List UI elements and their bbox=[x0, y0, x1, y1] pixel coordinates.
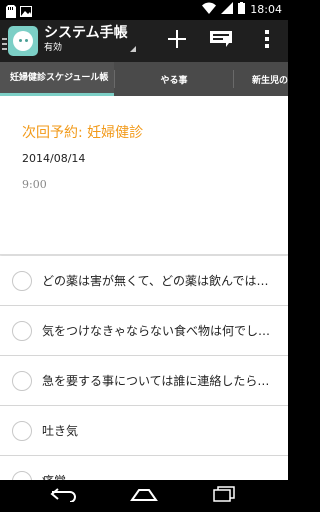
app-logo-icon bbox=[13, 31, 33, 51]
home-icon bbox=[129, 487, 159, 506]
tab-newborn[interactable]: 新生児の bbox=[234, 62, 288, 96]
recent-apps-icon bbox=[213, 486, 235, 506]
sd-card-icon bbox=[6, 3, 16, 18]
list-item[interactable]: どの薬は害が無くて、どの薬は飲んでは… bbox=[0, 256, 288, 306]
tab-todo[interactable]: やる事 bbox=[115, 62, 233, 96]
label-button[interactable] bbox=[206, 26, 236, 56]
back-icon bbox=[50, 487, 78, 506]
list-item-text: 急を要する事については誰に連絡したら… bbox=[42, 374, 270, 388]
appointment-date: 2014/08/14 bbox=[22, 152, 86, 165]
checkbox[interactable] bbox=[12, 321, 32, 341]
app-subtitle: 有効 bbox=[44, 43, 63, 53]
list-item[interactable]: 吐き気 bbox=[0, 406, 288, 456]
title-spinner[interactable]: システム手帳 有効 bbox=[44, 24, 128, 54]
checkbox[interactable] bbox=[12, 421, 32, 441]
appointment-title: 次回予約: 妊婦健診 bbox=[22, 125, 144, 141]
signal-icon bbox=[221, 2, 234, 17]
status-bar: 18:04 bbox=[0, 0, 288, 20]
list-item-text: どの薬は害が無くて、どの薬は飲んでは… bbox=[42, 274, 269, 288]
recent-apps-button[interactable] bbox=[204, 484, 244, 508]
list-item[interactable]: 急を要する事については誰に連絡したら… bbox=[0, 356, 288, 406]
tab-bar: 妊婦健診スケジュール帳 やる事 新生児の bbox=[0, 62, 288, 96]
app-home-button[interactable] bbox=[2, 26, 38, 56]
appointment-card[interactable]: 次回予約: 妊婦健診 2014/08/14 9:00 bbox=[0, 96, 288, 255]
overflow-menu-icon bbox=[265, 30, 269, 52]
list-item-text: 痛覚 bbox=[42, 472, 282, 480]
navigation-bar bbox=[0, 480, 288, 512]
battery-icon bbox=[238, 2, 246, 17]
add-button[interactable] bbox=[162, 26, 192, 56]
checkbox[interactable] bbox=[12, 271, 32, 291]
list-item-text: 吐き気 bbox=[42, 424, 79, 438]
content-area: 次回予約: 妊婦健診 2014/08/14 9:00 どの薬は害が無くて、どの薬… bbox=[0, 96, 288, 480]
app-title: システム手帳 bbox=[44, 25, 128, 41]
image-icon bbox=[20, 3, 32, 17]
label-icon bbox=[210, 31, 232, 51]
spinner-indicator-icon bbox=[130, 46, 136, 52]
back-button[interactable] bbox=[44, 484, 84, 508]
home-button[interactable] bbox=[124, 484, 164, 508]
checkbox[interactable] bbox=[12, 471, 32, 480]
action-bar: システム手帳 有効 bbox=[0, 20, 288, 62]
list-item[interactable]: 気をつけなきゃならない食べ物は何でし… bbox=[0, 306, 288, 356]
list-item[interactable]: 痛覚 bbox=[0, 456, 288, 480]
drawer-indicator-icon bbox=[2, 35, 7, 50]
clock: 18:04 bbox=[250, 3, 282, 16]
wifi-icon bbox=[202, 2, 217, 17]
add-icon bbox=[167, 29, 187, 53]
tab-checkup-schedule[interactable]: 妊婦健診スケジュール帳 bbox=[0, 62, 114, 96]
overflow-menu-button[interactable] bbox=[252, 26, 282, 56]
list-item-text: 気をつけなきゃならない食べ物は何でし… bbox=[42, 324, 271, 338]
checkbox[interactable] bbox=[12, 371, 32, 391]
appointment-time: 9:00 bbox=[22, 178, 47, 191]
